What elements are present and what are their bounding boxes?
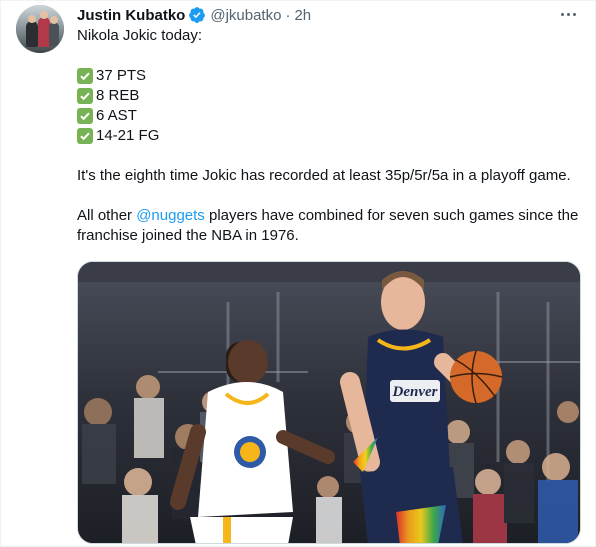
stat-line: 14-21 FG: [77, 126, 159, 146]
stat-line: 6 AST: [77, 106, 137, 126]
tweet-timestamp[interactable]: 2h: [294, 7, 311, 24]
tweet-photo[interactable]: Denver: [77, 261, 581, 544]
header-separator: ·: [285, 6, 291, 24]
tweet-header: Justin Kubatko @jkubatko · 2h: [77, 5, 311, 25]
check-mark-icon: [77, 128, 93, 144]
check-mark-icon: [77, 68, 93, 84]
jersey-text: Denver: [392, 384, 438, 400]
tweet-card[interactable]: Justin Kubatko @jkubatko · 2h Nikola Jok…: [0, 0, 596, 547]
check-mark-icon: [77, 108, 93, 124]
game-photo-illustration: Denver: [78, 262, 580, 543]
basketball-icon: [449, 350, 503, 404]
stat-line: 37 PTS: [77, 66, 146, 86]
stat-assists: 6 AST: [96, 107, 137, 124]
check-mark-icon: [77, 88, 93, 104]
tweet-paragraph-2: All other @nuggets players have combined…: [77, 206, 578, 226]
verified-badge-icon: [189, 7, 206, 23]
author-handle[interactable]: @jkubatko: [210, 7, 281, 24]
tweet-paragraph-1: It's the eighth time Jokic has recorded …: [77, 167, 571, 184]
stat-rebounds: 8 REB: [96, 87, 140, 104]
stat-points: 37 PTS: [96, 67, 147, 84]
more-options-button[interactable]: [555, 3, 581, 25]
ellipsis-icon: [560, 12, 564, 16]
stat-line: 8 REB: [77, 86, 139, 106]
paragraph-text: All other: [77, 207, 137, 224]
paragraph-text: players have combined for seven such gam…: [204, 207, 579, 224]
author-display-name[interactable]: Justin Kubatko: [77, 7, 185, 24]
tweet-paragraph-2-line-2: franchise joined the NBA in 1976.: [77, 227, 299, 244]
tweet-intro: Nikola Jokic today:: [77, 27, 203, 44]
stat-field-goals: 14-21 FG: [96, 127, 160, 144]
author-avatar[interactable]: [16, 5, 64, 53]
nuggets-mention-link[interactable]: @nuggets: [136, 207, 205, 224]
